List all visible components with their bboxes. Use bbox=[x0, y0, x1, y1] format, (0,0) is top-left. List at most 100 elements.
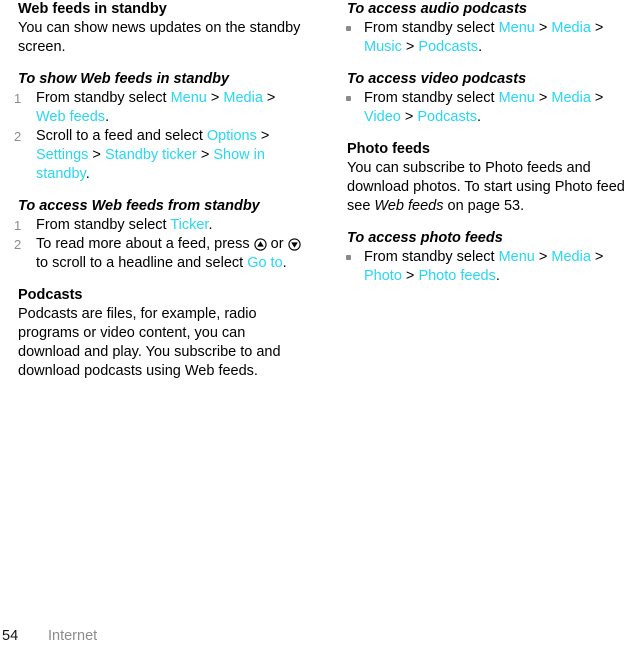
menu-path-item: Podcasts bbox=[418, 39, 479, 55]
menu-path-item: Media bbox=[551, 20, 591, 36]
text-run: Scroll to a feed and select bbox=[36, 128, 207, 144]
list-item-text: From standby select Menu > Media > Music… bbox=[364, 20, 603, 55]
nav-key-down-icon bbox=[287, 238, 301, 251]
left-column: Web feeds in standby You can show news u… bbox=[14, 0, 308, 381]
text-run: . bbox=[495, 268, 500, 284]
menu-path-separator: > bbox=[590, 249, 604, 265]
text-run: . bbox=[477, 109, 482, 125]
step-number: 1 bbox=[14, 91, 22, 106]
menu-path-item: Music bbox=[364, 39, 402, 55]
text-run: . bbox=[208, 217, 213, 233]
menu-path-item: Video bbox=[364, 109, 401, 125]
step-text: To read more about a feed, press or to s… bbox=[36, 236, 301, 271]
task-steps-access-web-feeds: 1 From standby select Ticker. 2 To read … bbox=[14, 216, 308, 273]
bullet-icon bbox=[346, 96, 351, 101]
step-number: 2 bbox=[14, 129, 22, 144]
menu-path-item: Menu bbox=[498, 20, 535, 36]
table-row: 2 Scroll to a feed and select Options > … bbox=[14, 127, 308, 184]
menu-path-item: Photo feeds bbox=[418, 268, 496, 284]
text-run: From standby select bbox=[364, 249, 499, 265]
menu-path-item: Podcasts bbox=[417, 109, 478, 125]
nav-key-up-icon bbox=[253, 238, 267, 251]
text-run: To read more about a feed, press bbox=[36, 236, 254, 252]
menu-path-item: Settings bbox=[36, 147, 89, 163]
menu-path-item: Web feeds bbox=[36, 109, 106, 125]
photo-feeds-paragraph: You can subscribe to Photo feeds and dow… bbox=[347, 159, 625, 216]
right-column: To access audio podcasts From standby se… bbox=[346, 0, 625, 286]
footer-section-label: Internet bbox=[48, 628, 98, 644]
bullet-icon bbox=[346, 255, 351, 260]
menu-path-separator: > bbox=[401, 268, 419, 284]
menu-path-item: Media bbox=[551, 249, 591, 265]
manual-page: Web feeds in standby You can show news u… bbox=[0, 0, 625, 650]
menu-path-separator: > bbox=[256, 128, 270, 144]
menu-path-item: Go to bbox=[247, 255, 283, 271]
menu-path-item: Media bbox=[551, 90, 591, 106]
task-heading-access-video-podcasts: To access video podcasts bbox=[347, 71, 527, 87]
task-heading-access-audio-podcasts: To access audio podcasts bbox=[347, 1, 527, 17]
section-heading-podcasts: Podcasts bbox=[18, 287, 83, 303]
list-item: From standby select Menu > Media > Music… bbox=[346, 19, 625, 57]
menu-path-item: Media bbox=[223, 90, 263, 106]
text-run: . bbox=[105, 109, 110, 125]
task-steps-show-web-feeds: 1 From standby select Menu > Media > Web… bbox=[14, 89, 308, 184]
menu-path-separator: > bbox=[590, 20, 604, 36]
text-run: . bbox=[478, 39, 483, 55]
text-run: From standby select bbox=[364, 20, 499, 36]
menu-path-separator: > bbox=[196, 147, 214, 163]
menu-path-separator: > bbox=[206, 90, 224, 106]
podcasts-paragraph: Podcasts are files, for example, radio p… bbox=[18, 306, 281, 379]
step-text: From standby select Ticker. bbox=[36, 217, 213, 233]
task-heading-show-web-feeds: To show Web feeds in standby bbox=[18, 71, 230, 87]
step-text: Scroll to a feed and select Options > Se… bbox=[36, 128, 269, 182]
text-run: or bbox=[266, 236, 288, 252]
text-run: on page 53. bbox=[443, 198, 525, 214]
text-run: to scroll to a headline and select bbox=[36, 255, 248, 271]
text-run: . bbox=[85, 166, 90, 182]
list-item: From standby select Menu > Media > Video… bbox=[346, 89, 625, 127]
step-text: From standby select Menu > Media > Web f… bbox=[36, 90, 275, 125]
task-heading-access-web-feeds: To access Web feeds from standby bbox=[18, 198, 260, 214]
menu-path-separator: > bbox=[534, 90, 552, 106]
menu-path-separator: > bbox=[400, 109, 418, 125]
page-footer: 54 Internet bbox=[0, 620, 625, 650]
bullet-icon bbox=[346, 26, 351, 31]
section-heading-web-feeds-in-standby: Web feeds in standby bbox=[18, 1, 167, 17]
menu-path-item: Options bbox=[206, 128, 257, 144]
step-number: 1 bbox=[14, 218, 22, 233]
menu-path-separator: > bbox=[590, 90, 604, 106]
task-heading-access-photo-feeds: To access photo feeds bbox=[347, 230, 503, 246]
menu-path-item: Menu bbox=[498, 249, 535, 265]
section-heading-photo-feeds: Photo feeds bbox=[347, 141, 430, 157]
menu-path-separator: > bbox=[534, 249, 552, 265]
text-run: From standby select bbox=[36, 90, 171, 106]
text-run: From standby select bbox=[36, 217, 171, 233]
menu-path-separator: > bbox=[401, 39, 419, 55]
step-number: 2 bbox=[14, 237, 22, 252]
page-number: 54 bbox=[2, 628, 19, 644]
menu-path-separator: > bbox=[534, 20, 552, 36]
list-item-text: From standby select Menu > Media > Photo… bbox=[364, 249, 603, 284]
text-run: From standby select bbox=[364, 90, 499, 106]
menu-path-separator: > bbox=[88, 147, 105, 163]
text-run: . bbox=[282, 255, 287, 271]
table-row: 2 To read more about a feed, press or to… bbox=[14, 235, 308, 273]
cross-reference-title: Web feeds bbox=[374, 198, 444, 214]
menu-path-item: Ticker bbox=[170, 217, 209, 233]
section-intro-paragraph: You can show news updates on the standby… bbox=[18, 20, 301, 55]
menu-path-item: Standby ticker bbox=[104, 147, 197, 163]
menu-path-item: Photo bbox=[364, 268, 402, 284]
menu-path-item: Menu bbox=[498, 90, 535, 106]
list-item: From standby select Menu > Media > Photo… bbox=[346, 248, 625, 286]
table-row: 1 From standby select Menu > Media > Web… bbox=[14, 89, 308, 127]
menu-path-item: Menu bbox=[170, 90, 207, 106]
list-item-text: From standby select Menu > Media > Video… bbox=[364, 90, 603, 125]
table-row: 1 From standby select Ticker. bbox=[14, 216, 308, 235]
menu-path-separator: > bbox=[262, 90, 276, 106]
